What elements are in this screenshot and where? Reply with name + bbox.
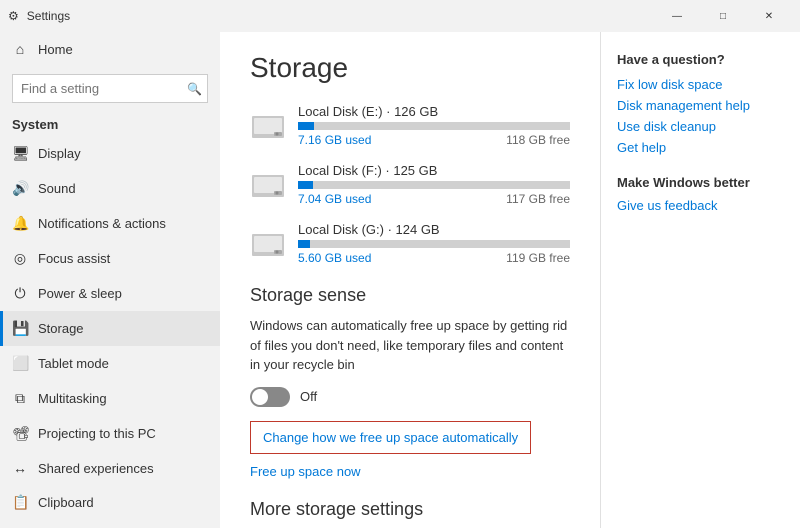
toggle-label: Off [300,389,317,404]
sidebar-label-shared: Shared experiences [38,461,154,476]
app-body: ⌂ Home 🔍 System 🖥 Display 🔊 Sound 🔔 Noti… [0,32,800,528]
disk-stats-f: 7.04 GB used 117 GB free [298,192,570,206]
disk-management-link[interactable]: Disk management help [617,98,784,113]
search-icon: 🔍 [187,82,202,96]
disk-info-g: Local Disk (G:) · 124 GB 5.60 GB used 11… [298,222,570,265]
clipboard-icon: 📋 [12,494,28,511]
disk-name-e: Local Disk (E:) · 126 GB [298,104,570,119]
drive-icon-f [250,171,286,199]
sidebar-label-display: Display [38,146,81,161]
toggle-row: Off [250,387,570,407]
sidebar-item-storage[interactable]: 💾 Storage [0,311,220,346]
sidebar-item-remote[interactable]: 🖥 Remote Desktop [0,520,220,528]
progress-bar-e [298,122,570,130]
disk-name-g: Local Disk (G:) · 124 GB [298,222,570,237]
change-auto-link[interactable]: Change how we free up space automaticall… [263,430,518,445]
sidebar-item-clipboard[interactable]: 📋 Clipboard [0,485,220,520]
fix-disk-link[interactable]: Fix low disk space [617,77,784,92]
shared-icon: ↔ [12,460,28,476]
titlebar: ⚙ Settings — □ ✕ [0,0,800,32]
power-icon: ⏻ [12,285,28,302]
sidebar-label-clipboard: Clipboard [38,495,94,510]
storage-sense-title: Storage sense [250,285,570,306]
disk-used-f: 7.04 GB used [298,192,371,206]
right-panel: Have a question? Fix low disk space Disk… [600,32,800,528]
system-section-label: System [0,111,220,136]
maximize-button[interactable]: □ [700,0,746,32]
disk-item-e: Local Disk (E:) · 126 GB 7.16 GB used 11… [250,104,570,147]
sidebar-item-tablet[interactable]: ⬜ Tablet mode [0,346,220,381]
sidebar-label-notifications: Notifications & actions [38,216,166,231]
multitasking-icon: ⧉ [12,390,28,407]
titlebar-controls: — □ ✕ [654,0,792,32]
disk-item-f: Local Disk (F:) · 125 GB 7.04 GB used 11… [250,163,570,206]
drive-icon-g [250,230,286,258]
storage-sense-toggle[interactable] [250,387,290,407]
display-icon: 🖥 [12,145,28,162]
sidebar: ⌂ Home 🔍 System 🖥 Display 🔊 Sound 🔔 Noti… [0,32,220,528]
progress-bar-g [298,240,570,248]
sidebar-item-projecting[interactable]: 📽 Projecting to this PC [0,416,220,451]
disk-item-g: Local Disk (G:) · 124 GB 5.60 GB used 11… [250,222,570,265]
titlebar-left: ⚙ Settings [8,9,70,23]
sidebar-item-display[interactable]: 🖥 Display [0,136,220,171]
close-button[interactable]: ✕ [746,0,792,32]
question-title: Have a question? [617,52,784,67]
sidebar-label-tablet: Tablet mode [38,356,109,371]
sidebar-item-multitasking[interactable]: ⧉ Multitasking [0,381,220,416]
sidebar-label-home: Home [38,42,73,57]
disk-free-g: 119 GB free [506,251,570,265]
sidebar-search: 🔍 [12,74,208,103]
disk-stats-e: 7.16 GB used 118 GB free [298,133,570,147]
disk-free-e: 118 GB free [506,133,570,147]
give-feedback-link[interactable]: Give us feedback [617,198,784,213]
sidebar-item-shared[interactable]: ↔ Shared experiences [0,451,220,485]
sidebar-label-focus: Focus assist [38,251,110,266]
disk-cleanup-link[interactable]: Use disk cleanup [617,119,784,134]
focus-icon: ◎ [12,250,28,267]
free-space-link[interactable]: Free up space now [250,464,570,479]
page-title: Storage [250,52,570,84]
progress-fill-g [298,240,310,248]
projecting-icon: 📽 [12,425,28,442]
change-auto-box: Change how we free up space automaticall… [250,421,531,454]
sidebar-label-storage: Storage [38,321,84,336]
sidebar-label-projecting: Projecting to this PC [38,426,156,441]
disk-stats-g: 5.60 GB used 119 GB free [298,251,570,265]
feedback-title: Make Windows better [617,175,784,190]
more-settings-title: More storage settings [250,499,570,520]
sidebar-label-sound: Sound [38,181,76,196]
tablet-icon: ⬜ [12,355,28,372]
progress-bar-f [298,181,570,189]
settings-icon: ⚙ [8,9,19,23]
minimize-button[interactable]: — [654,0,700,32]
progress-fill-f [298,181,313,189]
storage-sense-desc: Windows can automatically free up space … [250,316,570,375]
disk-free-f: 117 GB free [506,192,570,206]
disk-info-f: Local Disk (F:) · 125 GB 7.04 GB used 11… [298,163,570,206]
sound-icon: 🔊 [12,180,28,197]
disk-used-e: 7.16 GB used [298,133,371,147]
home-icon: ⌂ [12,41,28,57]
drive-icon-e [250,112,286,140]
sidebar-label-power: Power & sleep [38,286,122,301]
sidebar-item-notifications[interactable]: 🔔 Notifications & actions [0,206,220,241]
get-help-link[interactable]: Get help [617,140,784,155]
feedback-section: Make Windows better Give us feedback [617,175,784,213]
storage-icon: 💾 [12,320,28,337]
progress-fill-e [298,122,314,130]
disk-name-f: Local Disk (F:) · 125 GB [298,163,570,178]
notifications-icon: 🔔 [12,215,28,232]
titlebar-title: Settings [27,9,70,23]
disk-used-g: 5.60 GB used [298,251,371,265]
sidebar-item-power[interactable]: ⏻ Power & sleep [0,276,220,311]
search-input[interactable] [12,74,208,103]
sidebar-item-sound[interactable]: 🔊 Sound [0,171,220,206]
sidebar-item-home[interactable]: ⌂ Home [0,32,220,66]
disk-info-e: Local Disk (E:) · 126 GB 7.16 GB used 11… [298,104,570,147]
main-content: Storage Local Disk (E:) · 126 GB 7.16 GB… [220,32,600,528]
sidebar-item-focus[interactable]: ◎ Focus assist [0,241,220,276]
sidebar-label-multitasking: Multitasking [38,391,107,406]
